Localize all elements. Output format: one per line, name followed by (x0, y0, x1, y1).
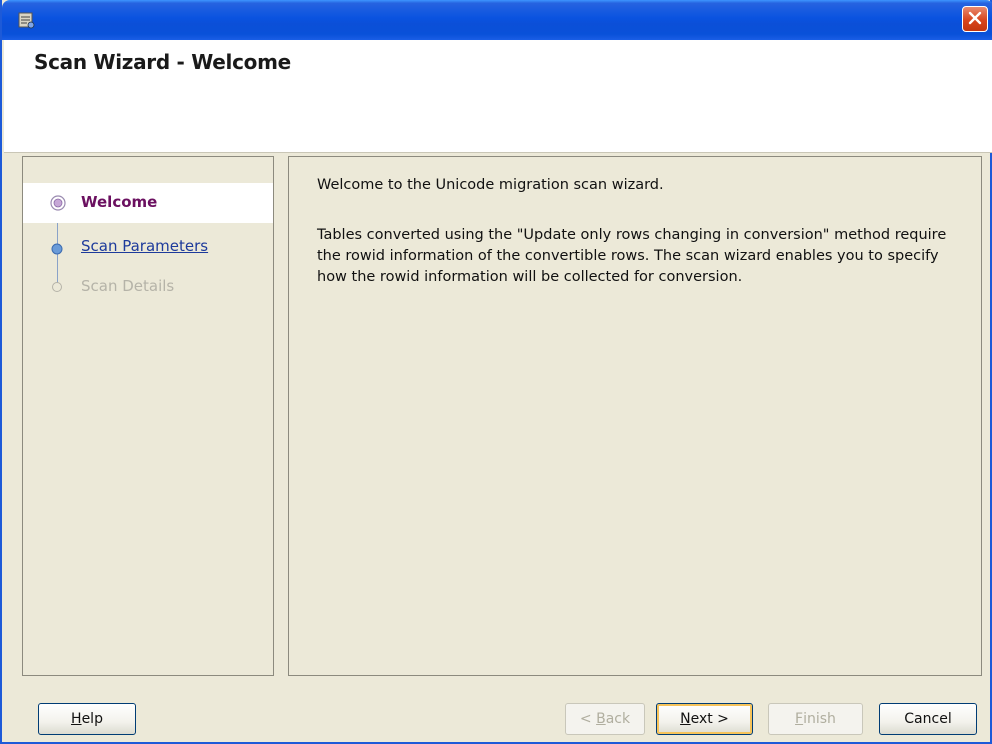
cancel-button[interactable]: Cancel (879, 703, 977, 735)
next-button[interactable]: Next > (656, 703, 753, 735)
back-label: ack (605, 711, 631, 727)
help-label: elp (81, 711, 103, 727)
back-prefix: < (579, 711, 597, 727)
wizard-window: Scan Wizard - Welcome Welcome Scan Param… (0, 0, 992, 744)
step-scan-details: Scan Details (23, 267, 273, 307)
current-step-icon (50, 195, 66, 215)
description-text: Tables converted using the "Update only … (317, 227, 947, 285)
step-scan-parameters[interactable]: Scan Parameters (23, 227, 273, 267)
step-label-scan-details: Scan Details (81, 277, 175, 295)
welcome-text: Welcome to the Unicode migration scan wi… (317, 177, 664, 193)
back-mnemonic: B (596, 711, 606, 727)
next-mnemonic: N (680, 711, 691, 727)
page-title: Scan Wizard - Welcome (34, 50, 291, 74)
help-button[interactable]: Help (38, 703, 136, 735)
step-label-welcome: Welcome (81, 193, 158, 211)
content-panel: Welcome to the Unicode migration scan wi… (288, 156, 982, 676)
finish-mnemonic: F (795, 711, 804, 727)
close-icon (968, 10, 982, 29)
step-dot-icon (50, 241, 64, 260)
help-mnemonic: H (71, 711, 82, 727)
step-welcome: Welcome (23, 183, 273, 223)
steps-panel: Welcome Scan Parameters Scan Details (22, 156, 274, 676)
step-label-scan-parameters[interactable]: Scan Parameters (81, 237, 208, 255)
close-button[interactable] (962, 6, 988, 32)
title-bar[interactable] (2, 0, 992, 40)
finish-label: inish (803, 711, 836, 727)
finish-button[interactable]: Finish (768, 703, 863, 735)
wizard-app-icon (16, 10, 36, 30)
back-button[interactable]: < Back (565, 703, 645, 735)
step-empty-dot-icon (50, 279, 64, 298)
next-label: ext > (690, 711, 729, 727)
